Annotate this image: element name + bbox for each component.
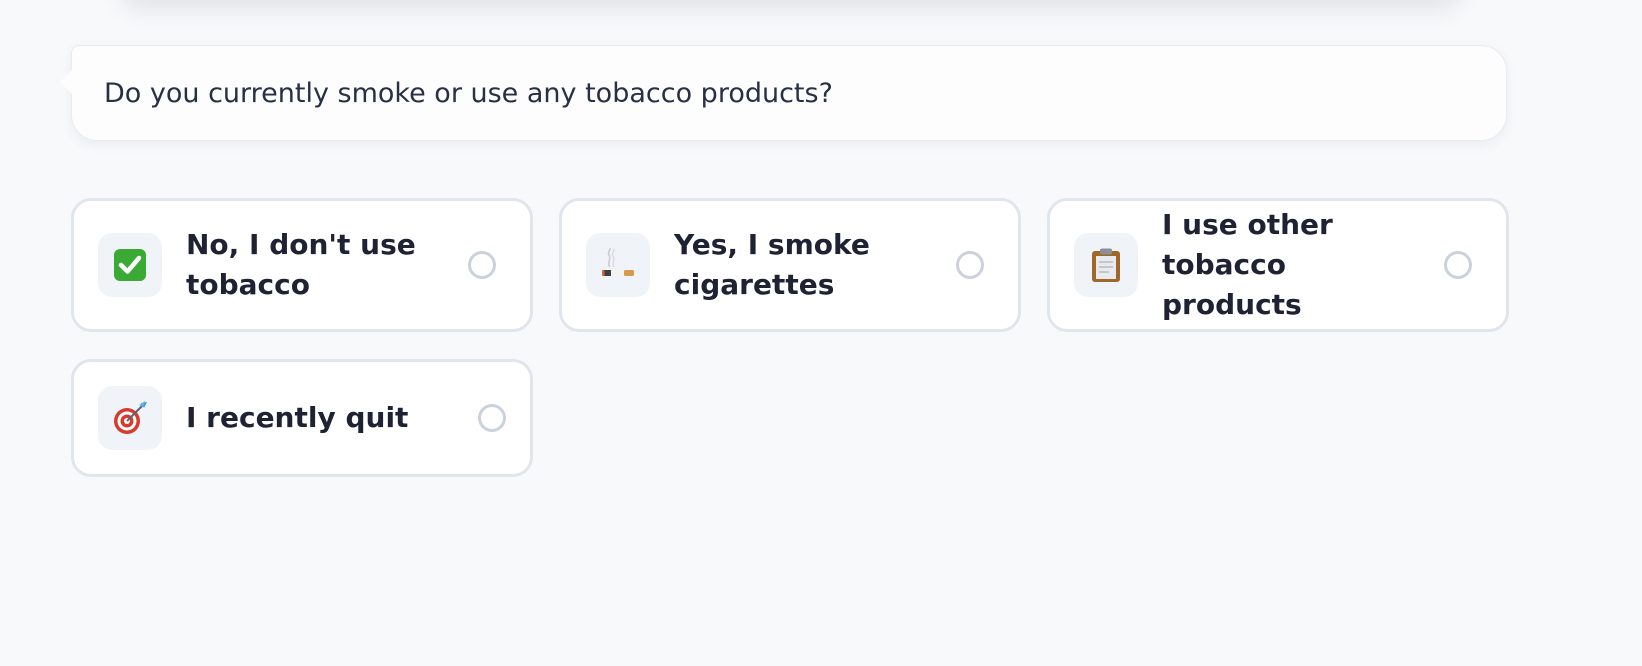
option-label: I use other tobacco products bbox=[1162, 208, 1333, 321]
option-icon-box bbox=[586, 233, 650, 297]
option-icon-box bbox=[98, 233, 162, 297]
option-no-tobacco[interactable]: No, I don't use tobacco bbox=[71, 198, 533, 332]
cigarette-icon bbox=[602, 247, 634, 276]
option-icon-box bbox=[98, 386, 162, 450]
option-label: I recently quit bbox=[186, 401, 409, 434]
option-radio[interactable] bbox=[956, 251, 984, 279]
question-text: Do you currently smoke or use any tobacc… bbox=[104, 77, 833, 109]
question-bubble: Do you currently smoke or use any tobacc… bbox=[60, 45, 1507, 141]
target-icon bbox=[114, 401, 147, 434]
check-mark-icon bbox=[114, 249, 146, 281]
option-radio[interactable] bbox=[468, 251, 496, 279]
option-other-tobacco[interactable]: I use other tobacco products bbox=[1047, 198, 1509, 332]
option-icon-box bbox=[1074, 233, 1138, 297]
option-smoke-cigarettes[interactable]: Yes, I smoke cigarettes bbox=[559, 198, 1021, 332]
option-label: No, I don't use tobacco bbox=[186, 228, 416, 301]
option-radio[interactable] bbox=[478, 404, 506, 432]
bubble-tail bbox=[60, 70, 72, 94]
option-radio[interactable] bbox=[1444, 251, 1472, 279]
clipboard-icon bbox=[1092, 248, 1120, 282]
option-label: Yes, I smoke cigarettes bbox=[674, 228, 870, 301]
option-recently-quit[interactable]: I recently quit bbox=[71, 359, 533, 477]
